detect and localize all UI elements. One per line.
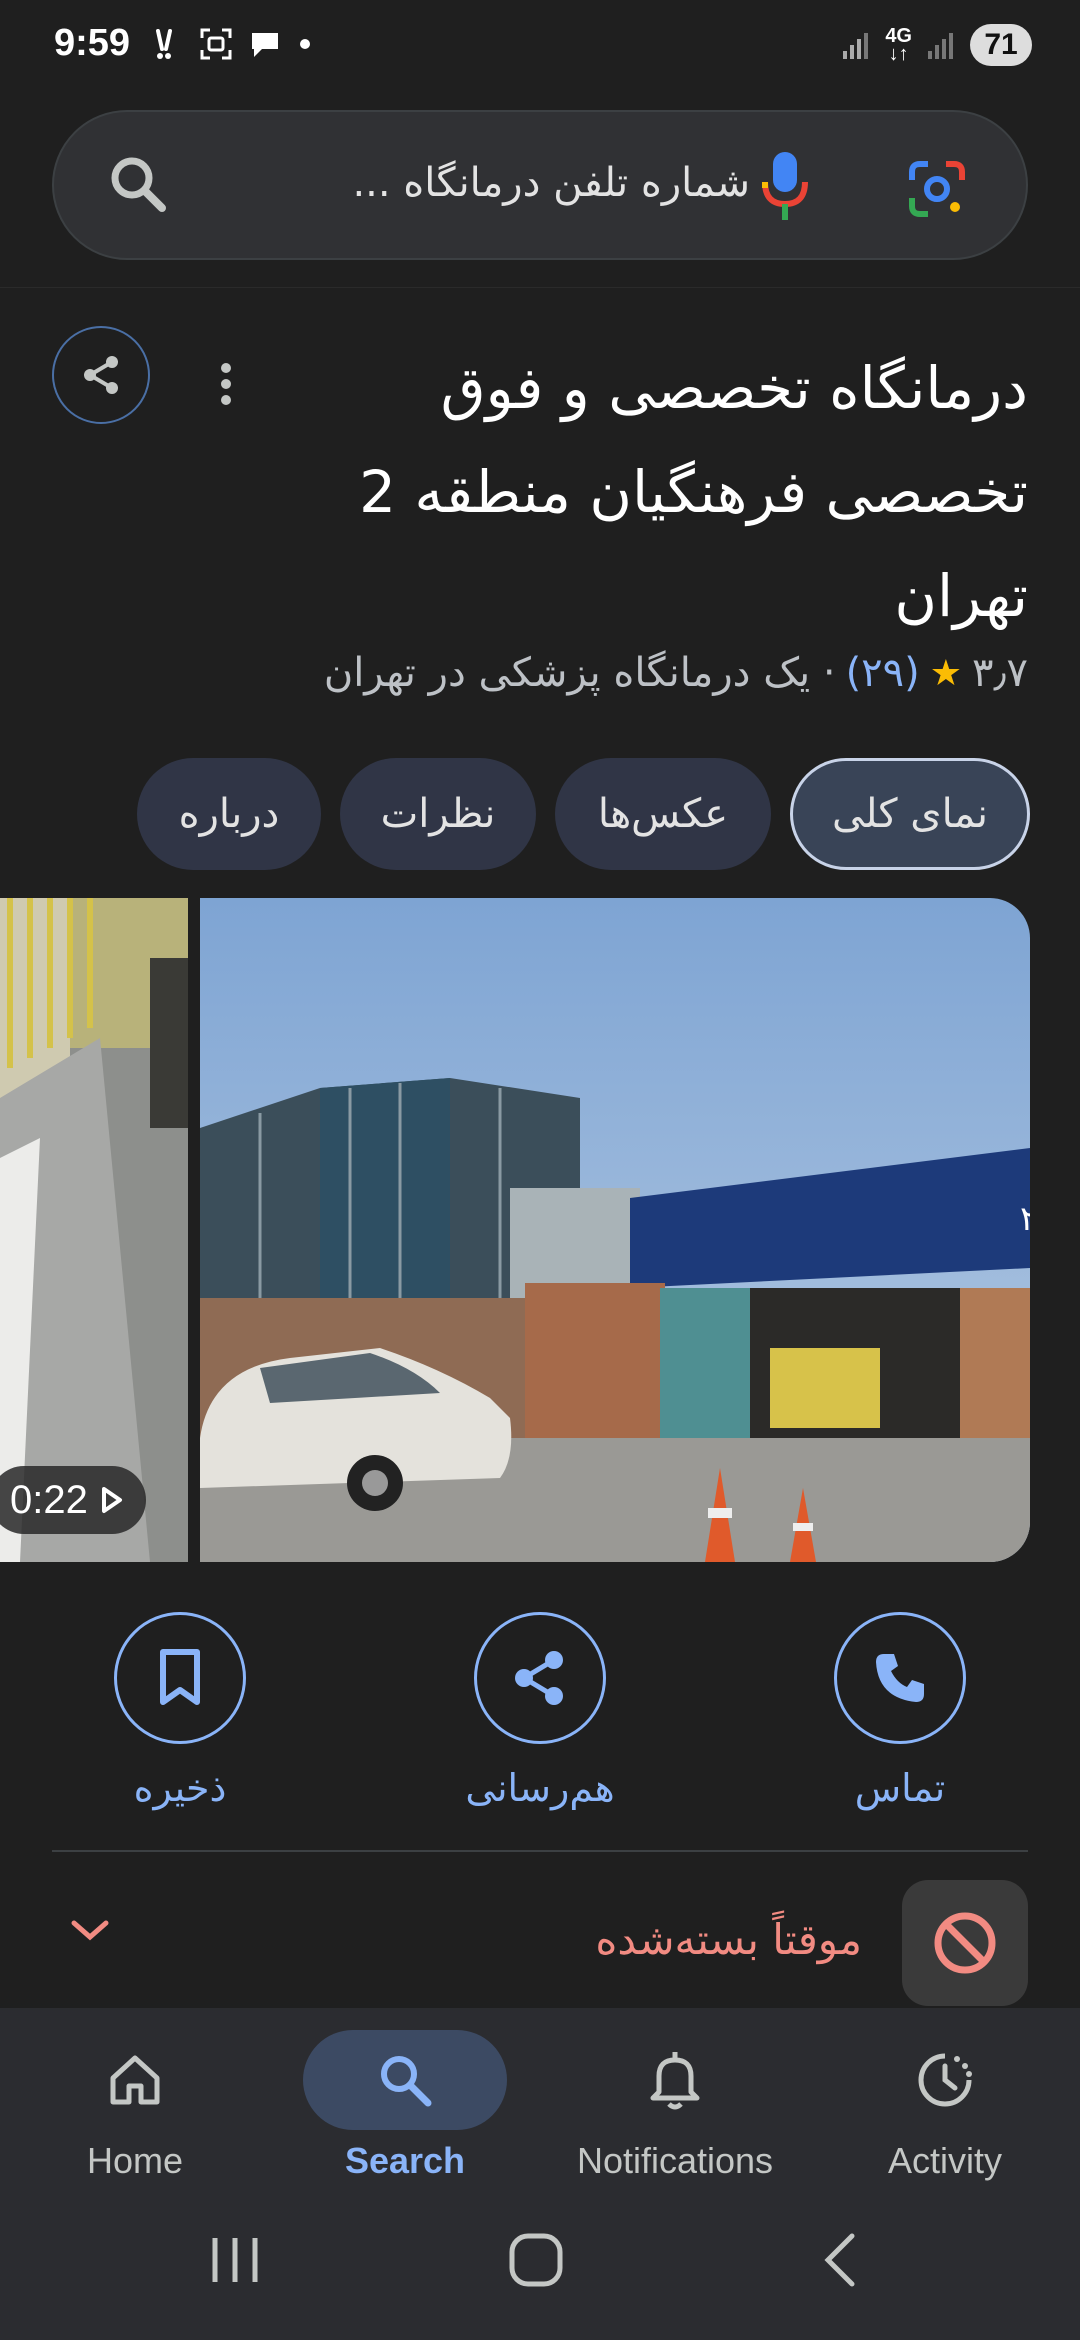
battery-indicator: 71 xyxy=(970,24,1032,66)
save-action[interactable]: ذخیره xyxy=(80,1612,280,1810)
share-button[interactable] xyxy=(52,326,150,424)
share-icon xyxy=(84,356,118,394)
closed-status-icon-box xyxy=(902,1880,1028,2006)
signal-icon-2 xyxy=(928,33,953,59)
review-count[interactable]: (۲۹) xyxy=(846,650,920,696)
mic-icon[interactable] xyxy=(758,148,812,224)
tab-photos[interactable]: عکس‌ها xyxy=(555,758,771,870)
nav-notifications[interactable]: Notifications xyxy=(565,2030,785,2182)
play-icon xyxy=(101,1487,122,1513)
search-input[interactable]: شماره تلفن درمانگاه ... xyxy=(352,160,750,206)
nav-search[interactable]: Search xyxy=(295,2030,515,2182)
scan-icon xyxy=(200,28,232,60)
share-icon xyxy=(515,1651,563,1705)
call-button[interactable] xyxy=(834,1612,966,1744)
bookmark-icon xyxy=(160,1649,200,1705)
share-label: هم‌رسانی xyxy=(465,1766,615,1810)
nav-notifications-label: Notifications xyxy=(576,2140,774,2181)
place-subtitle: ۳٫۷ ★ (۲۹) · یک درمانگاه پزشکی در تهران xyxy=(324,650,1028,696)
nav-home-label: Home xyxy=(86,2140,184,2181)
bell-icon xyxy=(650,2052,700,2110)
network-type: 4G ↓↑ xyxy=(885,25,912,65)
video-thumbnail[interactable] xyxy=(0,898,188,1562)
activity-icon xyxy=(918,2053,972,2107)
tab-reviews[interactable]: نظرات xyxy=(340,758,536,870)
status-right: 4G ↓↑ 71 xyxy=(841,24,1032,66)
lens-icon[interactable] xyxy=(906,158,968,220)
nav-activity[interactable]: Activity xyxy=(835,2030,1055,2182)
tab-about[interactable]: درباره xyxy=(137,758,321,870)
home-icon xyxy=(110,2055,160,2105)
notification-icons xyxy=(150,26,312,62)
search-icon[interactable] xyxy=(104,150,172,218)
place-category: · یک درمانگاه پزشکی در تهران xyxy=(323,650,836,696)
closed-status-text[interactable]: موقتاً بسته‌شده xyxy=(595,1915,862,1964)
star-icon: ★ xyxy=(929,652,963,694)
divider xyxy=(52,1850,1028,1852)
phone-icon xyxy=(876,1654,924,1702)
call-action[interactable]: تماس xyxy=(800,1612,1000,1810)
chat-icon xyxy=(252,33,278,57)
alert-icon xyxy=(156,29,172,59)
save-button[interactable] xyxy=(114,1612,246,1744)
place-photo[interactable]: درمانگاه فرهنگیان منطقه ۲ xyxy=(200,898,1030,1562)
share-action[interactable]: هم‌رسانی xyxy=(440,1612,640,1810)
recent-apps-icon[interactable] xyxy=(205,2230,265,2290)
video-duration-badge[interactable]: 0:22 xyxy=(0,1466,146,1534)
more-options-icon[interactable] xyxy=(216,362,236,406)
search-icon xyxy=(381,2056,432,2107)
status-time: 9:59 xyxy=(54,22,131,64)
dot-icon xyxy=(300,39,310,49)
back-icon[interactable] xyxy=(818,2230,862,2290)
banner-text: درمانگاه فرهنگیان منطقه ۲ xyxy=(1020,1199,1030,1239)
nav-home[interactable]: Home xyxy=(25,2030,245,2182)
place-title: درمانگاه تخصصی و فوق تخصصی فرهنگیان منطق… xyxy=(359,354,1028,630)
rating-value: ۳٫۷ xyxy=(972,650,1028,696)
chevron-down-icon[interactable] xyxy=(68,1915,112,1945)
signal-icon xyxy=(843,33,869,59)
nav-search-label: Search xyxy=(344,2140,466,2181)
tab-overview[interactable]: نمای کلی xyxy=(790,758,1030,870)
share-action-button[interactable] xyxy=(474,1612,606,1744)
nav-activity-label: Activity xyxy=(887,2140,1002,2181)
home-system-icon[interactable] xyxy=(506,2230,566,2290)
block-icon xyxy=(934,1912,996,1974)
save-label: ذخیره xyxy=(133,1766,227,1810)
call-label: تماس xyxy=(854,1766,946,1810)
video-duration: 0:22 xyxy=(10,1477,88,1522)
